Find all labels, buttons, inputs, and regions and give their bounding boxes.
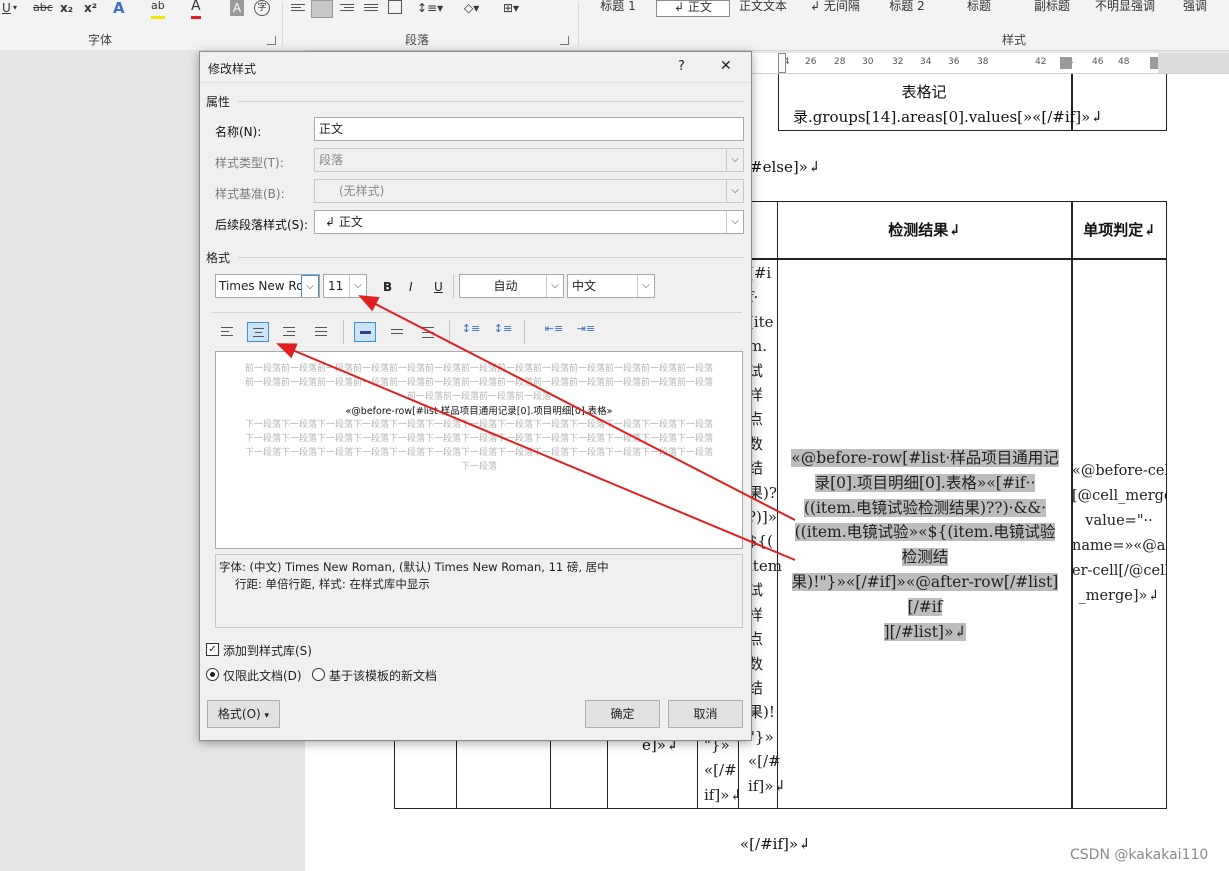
arrow-to-font-size — [358, 295, 796, 521]
arrow-to-center-align — [276, 343, 796, 561]
annotation-arrows — [276, 295, 796, 561]
